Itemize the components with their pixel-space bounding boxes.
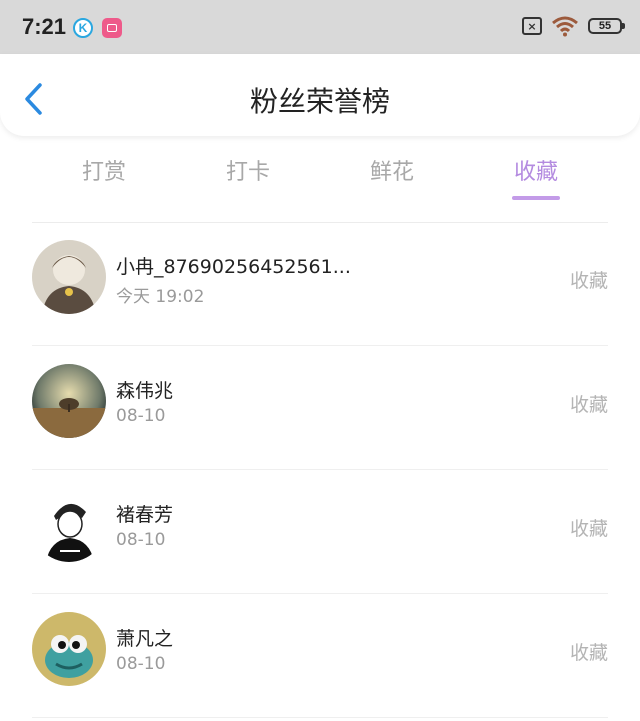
tab-reward[interactable]: 打赏 [32, 150, 176, 222]
tab-bar: 打赏 打卡 鲜花 收藏 [32, 150, 608, 223]
timestamp: 08-10 [116, 406, 166, 426]
list-item[interactable]: 褚春芳 08-10 收藏 [32, 470, 608, 594]
timestamp: 08-10 [116, 530, 166, 550]
list-item[interactable]: 小冉_87690256452561... 今天 19:02 收藏 [32, 222, 608, 346]
avatar[interactable] [32, 488, 106, 562]
wifi-icon [552, 16, 578, 37]
page-title: 粉丝荣誉榜 [249, 85, 390, 118]
status-time: 7:21 [22, 14, 67, 39]
list-item[interactable]: 萧凡之 08-10 收藏 [32, 594, 608, 718]
user-name: 小冉_87690256452561... [116, 256, 351, 278]
user-name: 森伟兆 [116, 380, 174, 402]
tab-checkin[interactable]: 打卡 [176, 150, 320, 222]
tab-flowers[interactable]: 鲜花 [320, 150, 464, 222]
status-indicators: × 55 [522, 15, 625, 37]
user-name: 萧凡之 [116, 628, 174, 650]
avatar[interactable] [32, 240, 106, 314]
battery-indicator: 55 [588, 18, 625, 34]
action-label: 收藏 [569, 518, 608, 540]
tv-app-icon [102, 18, 122, 38]
action-label: 收藏 [569, 270, 608, 292]
nav-header: 粉丝荣誉榜 [0, 54, 640, 136]
timestamp: 08-10 [116, 654, 166, 674]
timestamp: 今天 19:02 [116, 287, 205, 307]
action-label: 收藏 [569, 642, 608, 664]
k-app-icon: K [73, 18, 93, 38]
status-bar: 7:21 K × 55 [0, 0, 640, 54]
action-label: 收藏 [569, 394, 608, 416]
avatar[interactable] [32, 364, 106, 438]
user-name: 褚春芳 [116, 504, 174, 526]
tab-favorites[interactable]: 收藏 [464, 150, 608, 222]
avatar[interactable] [32, 612, 106, 686]
no-sim-icon: × [522, 17, 542, 35]
list-item[interactable]: 森伟兆 08-10 收藏 [32, 346, 608, 470]
fan-list: 小冉_87690256452561... 今天 19:02 收藏 森伟兆 08-… [32, 222, 608, 718]
